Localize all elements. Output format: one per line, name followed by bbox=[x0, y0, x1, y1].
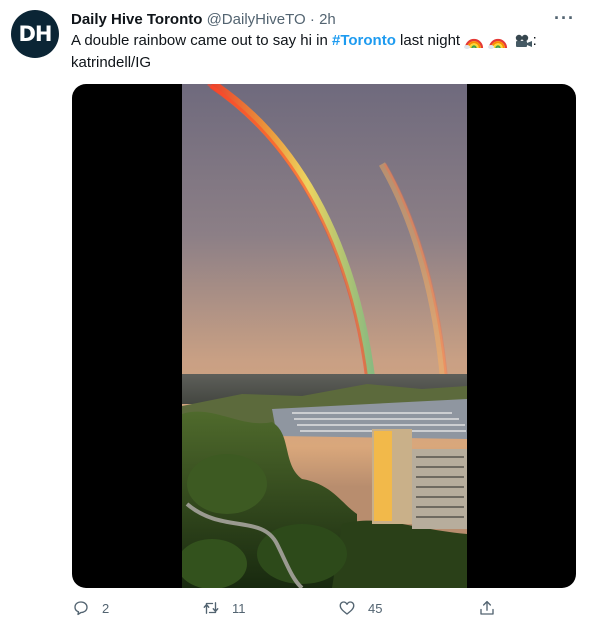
rainbow-emoji-icon bbox=[488, 39, 508, 50]
retweet-count: 11 bbox=[232, 600, 246, 616]
avatar[interactable]: DH bbox=[11, 10, 59, 58]
retweet-icon bbox=[203, 602, 219, 614]
display-name[interactable]: Daily Hive Toronto bbox=[71, 11, 202, 28]
tweet-text-end: last night bbox=[395, 32, 461, 49]
tweet[interactable]: DH Daily Hive Toronto @DailyHiveTO · 2h … bbox=[0, 0, 592, 628]
user-handle[interactable]: @DailyHiveTO bbox=[207, 11, 306, 28]
share-button[interactable] bbox=[478, 599, 496, 617]
double-rainbow-photo bbox=[182, 84, 467, 588]
reply-button[interactable]: 2 bbox=[72, 599, 109, 617]
heart-icon bbox=[339, 601, 355, 615]
reply-count: 2 bbox=[102, 600, 110, 616]
separator-dot: · bbox=[309, 11, 315, 28]
rainbow-emoji-icon bbox=[464, 39, 484, 50]
hashtag-link[interactable]: #Toronto bbox=[332, 32, 396, 49]
avatar-text: DH bbox=[18, 22, 52, 46]
tweet-text: A double rainbow came out to say hi in #… bbox=[71, 30, 551, 74]
like-count: 45 bbox=[368, 600, 383, 616]
tweet-actions: 2 11 45 bbox=[72, 599, 576, 623]
more-options-icon[interactable]: ··· bbox=[554, 8, 575, 29]
like-button[interactable]: 45 bbox=[338, 599, 382, 617]
reply-icon bbox=[74, 601, 88, 616]
credit-colon: : bbox=[532, 32, 537, 49]
tweet-header: Daily Hive Toronto @DailyHiveTO · 2h bbox=[71, 10, 572, 30]
retweet-button[interactable]: 11 bbox=[202, 599, 246, 617]
movie-camera-emoji-icon bbox=[515, 34, 532, 48]
photo-credit: katrindell/IG bbox=[71, 54, 152, 71]
share-icon bbox=[480, 600, 494, 615]
tweet-text-start: A double rainbow came out to say hi in bbox=[71, 32, 332, 49]
tweet-media[interactable] bbox=[72, 84, 576, 588]
timestamp[interactable]: 2h bbox=[319, 11, 336, 28]
